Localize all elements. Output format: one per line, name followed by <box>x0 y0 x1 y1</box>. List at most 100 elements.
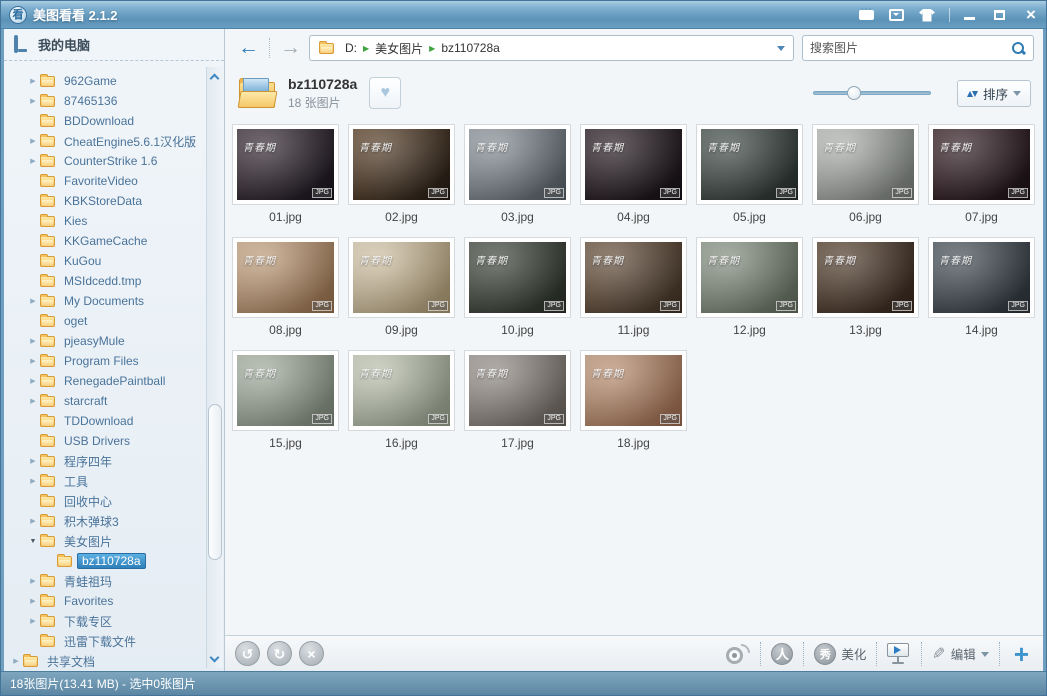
maximize-button[interactable] <box>994 8 1010 22</box>
photo-thumbnail[interactable]: 青春期JPG <box>701 242 798 313</box>
expand-arrow-icon[interactable]: ▶ <box>27 617 39 625</box>
breadcrumb[interactable]: D: ▶ 美女图片 ▶ bz110728a <box>309 35 794 61</box>
tree-item-bz110728a[interactable]: bz110728a <box>6 551 204 571</box>
thumbnail-size-slider[interactable] <box>813 86 931 100</box>
photo-thumbnail[interactable]: 青春期JPG <box>237 355 334 426</box>
forward-button[interactable]: → <box>280 38 301 58</box>
tree-item-RenegadePaintball[interactable]: ▶RenegadePaintball <box>6 371 204 391</box>
breadcrumb-current[interactable]: bz110728a <box>441 41 500 55</box>
tree-item-pjeasyMule[interactable]: ▶pjeasyMule <box>6 331 204 351</box>
tree-item-共享文档[interactable]: ▶共享文档 <box>6 651 204 669</box>
thumbnail-08.jpg[interactable]: 青春期JPG <box>232 237 339 318</box>
edit-button[interactable]: ✎ 编辑 <box>932 644 988 664</box>
photo-thumbnail[interactable]: 青春期JPG <box>353 129 450 200</box>
tree-item-oget[interactable]: oget <box>6 311 204 331</box>
rotate-left-button[interactable]: ↺ <box>235 641 260 666</box>
search-box[interactable] <box>802 35 1034 61</box>
expand-arrow-icon[interactable]: ▶ <box>27 77 39 85</box>
thumbnail-11.jpg[interactable]: 青春期JPG <box>580 237 687 318</box>
slideshow-icon[interactable] <box>887 643 911 664</box>
expand-arrow-icon[interactable]: ▶ <box>27 597 39 605</box>
expand-arrow-icon[interactable]: ▶ <box>27 477 39 485</box>
collapse-arrow-icon[interactable]: ▼ <box>27 538 39 545</box>
thumbnail-12.jpg[interactable]: 青春期JPG <box>696 237 803 318</box>
breadcrumb-dropdown-icon[interactable] <box>777 46 785 55</box>
my-computer-header[interactable]: 我的电脑 <box>4 29 224 61</box>
back-button[interactable]: ← <box>238 38 259 58</box>
photo-thumbnail[interactable]: 青春期JPG <box>469 355 566 426</box>
tree-item-程序四年[interactable]: ▶程序四年 <box>6 451 204 471</box>
expand-arrow-icon[interactable]: ▶ <box>27 377 39 385</box>
thumbnail-07.jpg[interactable]: 青春期JPG <box>928 124 1035 205</box>
breadcrumb-folder[interactable]: 美女图片 <box>375 40 423 57</box>
tree-item-USB Drivers[interactable]: USB Drivers <box>6 431 204 451</box>
expand-arrow-icon[interactable]: ▶ <box>27 97 39 105</box>
tree-item-回收中心[interactable]: 回收中心 <box>6 491 204 511</box>
favorite-button[interactable]: ♥ <box>369 77 401 109</box>
close-button[interactable]: × <box>1024 8 1038 22</box>
expand-arrow-icon[interactable]: ▶ <box>27 577 39 585</box>
thumbnail-16.jpg[interactable]: 青春期JPG <box>348 350 455 431</box>
thumbnail-05.jpg[interactable]: 青春期JPG <box>696 124 803 205</box>
thumbnail-10.jpg[interactable]: 青春期JPG <box>464 237 571 318</box>
portrait-icon[interactable]: 人 <box>771 643 793 665</box>
search-input[interactable] <box>810 41 1011 55</box>
tree-item-Favorites[interactable]: ▶Favorites <box>6 591 204 611</box>
photo-thumbnail[interactable]: 青春期JPG <box>353 242 450 313</box>
photo-thumbnail[interactable]: 青春期JPG <box>585 242 682 313</box>
thumbnail-18.jpg[interactable]: 青春期JPG <box>580 350 687 431</box>
tree-item-Program Files[interactable]: ▶Program Files <box>6 351 204 371</box>
expand-arrow-icon[interactable]: ▶ <box>27 337 39 345</box>
minimize-button[interactable] <box>964 8 980 22</box>
photo-thumbnail[interactable]: 青春期JPG <box>237 129 334 200</box>
tree-item-FavoriteVideo[interactable]: FavoriteVideo <box>6 171 204 191</box>
weibo-share-icon[interactable] <box>726 644 750 664</box>
tree-item-TDDownload[interactable]: TDDownload <box>6 411 204 431</box>
beautify-button[interactable]: 秀 美化 <box>814 643 866 665</box>
slider-thumb[interactable] <box>847 86 861 100</box>
thumbnail-15.jpg[interactable]: 青春期JPG <box>232 350 339 431</box>
tree-item-KuGou[interactable]: KuGou <box>6 251 204 271</box>
expand-arrow-icon[interactable]: ▶ <box>27 517 39 525</box>
thumbnail-06.jpg[interactable]: 青春期JPG <box>812 124 919 205</box>
tree-item-BDDownload[interactable]: BDDownload <box>6 111 204 131</box>
add-button[interactable]: + <box>1010 643 1033 665</box>
tree-item-KBKStoreData[interactable]: KBKStoreData <box>6 191 204 211</box>
thumbnail-14.jpg[interactable]: 青春期JPG <box>928 237 1035 318</box>
tree-item-87465136[interactable]: ▶87465136 <box>6 91 204 111</box>
tree-item-MSIdcedd.tmp[interactable]: MSIdcedd.tmp <box>6 271 204 291</box>
expand-arrow-icon[interactable]: ▶ <box>10 657 22 665</box>
tree-item-My Documents[interactable]: ▶My Documents <box>6 291 204 311</box>
photo-thumbnail[interactable]: 青春期JPG <box>237 242 334 313</box>
tree-item-积木弹球3[interactable]: ▶积木弹球3 <box>6 511 204 531</box>
tree-item-962Game[interactable]: ▶962Game <box>6 71 204 91</box>
tree-item-KKGameCache[interactable]: KKGameCache <box>6 231 204 251</box>
tree-item-工具[interactable]: ▶工具 <box>6 471 204 491</box>
thumbnail-02.jpg[interactable]: 青春期JPG <box>348 124 455 205</box>
photo-thumbnail[interactable]: 青春期JPG <box>353 355 450 426</box>
photo-thumbnail[interactable]: 青春期JPG <box>933 129 1030 200</box>
scroll-down-icon[interactable] <box>211 654 219 662</box>
thumbnail-13.jpg[interactable]: 青春期JPG <box>812 237 919 318</box>
photo-thumbnail[interactable]: 青春期JPG <box>585 355 682 426</box>
thumbnail-17.jpg[interactable]: 青春期JPG <box>464 350 571 431</box>
thumbnail-01.jpg[interactable]: 青春期JPG <box>232 124 339 205</box>
thumbnail-03.jpg[interactable]: 青春期JPG <box>464 124 571 205</box>
tree-item-CheatEngine5.6.1汉化版[interactable]: ▶CheatEngine5.6.1汉化版 <box>6 131 204 151</box>
expand-arrow-icon[interactable]: ▶ <box>27 357 39 365</box>
feedback-icon[interactable] <box>859 8 875 22</box>
tree-item-迅雷下载文件[interactable]: 迅雷下载文件 <box>6 631 204 651</box>
delete-button[interactable]: × <box>299 641 324 666</box>
photo-thumbnail[interactable]: 青春期JPG <box>933 242 1030 313</box>
tree-item-CounterStrike 1.6[interactable]: ▶CounterStrike 1.6 <box>6 151 204 171</box>
expand-arrow-icon[interactable]: ▶ <box>27 297 39 305</box>
expand-arrow-icon[interactable]: ▶ <box>27 457 39 465</box>
search-icon[interactable] <box>1011 41 1026 56</box>
rotate-right-button[interactable]: ↻ <box>267 641 292 666</box>
photo-thumbnail[interactable]: 青春期JPG <box>585 129 682 200</box>
tree-item-青蛙祖玛[interactable]: ▶青蛙祖玛 <box>6 571 204 591</box>
breadcrumb-drive[interactable]: D: <box>345 41 357 55</box>
scroll-up-icon[interactable] <box>211 71 219 79</box>
thumbnail-04.jpg[interactable]: 青春期JPG <box>580 124 687 205</box>
slider-track[interactable] <box>813 91 931 95</box>
